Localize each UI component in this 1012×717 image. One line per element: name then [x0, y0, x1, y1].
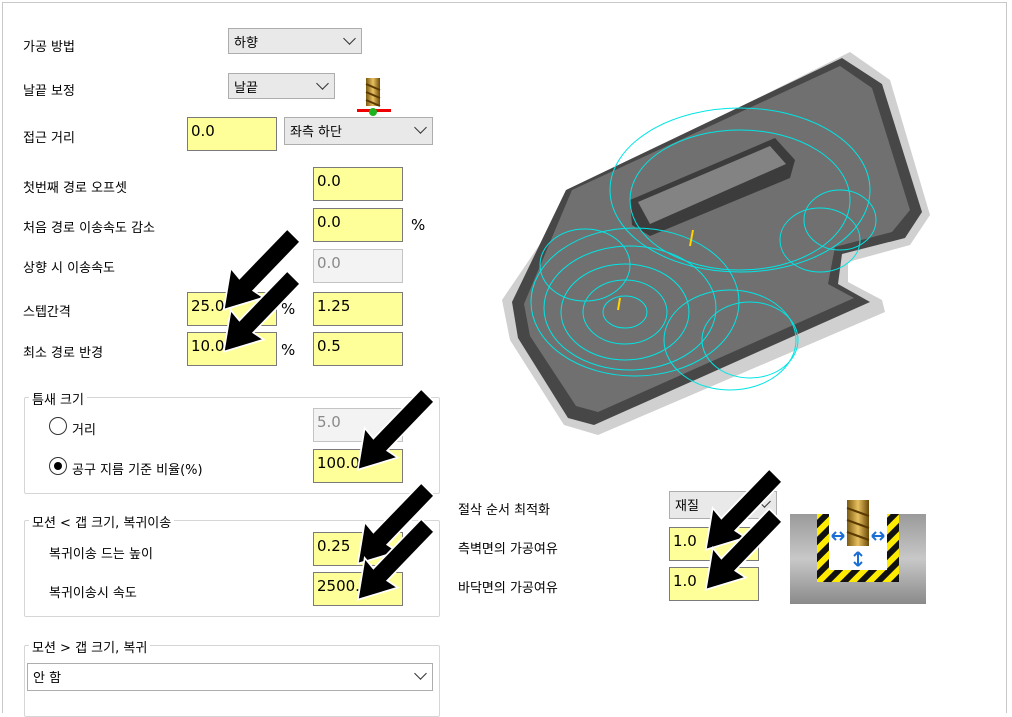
- cut-order-value: 재질: [675, 499, 699, 514]
- motion-gt-select[interactable]: 안 함: [27, 663, 433, 691]
- edge-comp-value: 날끝: [234, 81, 258, 96]
- first-feed-reduce-label: 처음 경로 이송속도 감소: [23, 221, 155, 236]
- min-radius-value-input[interactable]: 0.5: [313, 332, 403, 366]
- distance-label: 거리: [72, 423, 96, 438]
- first-offset-label: 첫번째 경로 오프셋: [23, 181, 127, 196]
- retract-feed-label: 복귀이송시 속도: [49, 586, 137, 601]
- distance-input[interactable]: 5.0: [313, 408, 403, 442]
- gap-size-title: 틈새 크기: [29, 389, 87, 408]
- floor-stock-input[interactable]: 1.0: [669, 567, 759, 601]
- first-offset-input[interactable]: 0.0: [313, 167, 403, 201]
- cut-order-select[interactable]: 재질: [669, 491, 777, 519]
- approach-label: 접근 거리: [23, 131, 75, 146]
- chevron-down-icon: [414, 121, 427, 134]
- tool-tip-icon: [357, 78, 391, 116]
- edge-comp-label: 날끝 보정: [23, 84, 75, 99]
- percent-unit: %: [281, 300, 296, 318]
- approach-position-select[interactable]: 좌측 하단: [284, 117, 433, 145]
- method-value: 하향: [234, 36, 258, 51]
- stepover-value-input[interactable]: 1.25: [313, 292, 403, 326]
- retract-height-input[interactable]: 0.25: [313, 532, 403, 566]
- percent-unit: %: [411, 216, 426, 234]
- chevron-down-icon: [414, 667, 427, 680]
- motion-gt-value: 안 함: [33, 671, 62, 686]
- retract-height-label: 복귀이송 드는 높이: [49, 547, 153, 562]
- ratio-label: 공구 지름 기준 비율(%): [72, 463, 203, 478]
- stepover-label: 스텝간격: [23, 305, 71, 320]
- ratio-input[interactable]: 100.0: [313, 449, 403, 483]
- method-select[interactable]: 하향: [228, 28, 362, 54]
- chevron-down-icon: [316, 77, 329, 90]
- toolpath-preview: [502, 52, 930, 435]
- approach-input[interactable]: 0.0: [187, 117, 277, 151]
- stock-allowance-icon: [790, 500, 926, 604]
- cut-order-label: 절삭 순서 최적화: [458, 503, 550, 518]
- up-feed-input[interactable]: 0.0: [313, 249, 403, 283]
- edge-comp-select[interactable]: 날끝: [228, 73, 335, 99]
- stepover-input[interactable]: 25.0: [187, 292, 277, 326]
- ratio-radio[interactable]: [49, 457, 67, 475]
- floor-stock-label: 바닥면의 가공여유: [458, 581, 558, 596]
- method-label: 가공 방법: [23, 40, 75, 55]
- approach-position-value: 좌측 하단: [290, 125, 342, 140]
- retract-feed-input[interactable]: 2500.0: [313, 572, 403, 606]
- motion-gt-title: 모션 > 갭 크기, 복귀: [29, 637, 151, 656]
- wall-stock-input[interactable]: 1.0: [669, 527, 759, 561]
- up-feed-label: 상향 시 이송속도: [23, 261, 115, 276]
- min-radius-input[interactable]: 10.0: [187, 332, 277, 366]
- chevron-down-icon: [758, 495, 771, 508]
- chevron-down-icon: [343, 32, 356, 45]
- wall-stock-label: 측벽면의 가공여유: [458, 542, 558, 557]
- min-radius-label: 최소 경로 반경: [23, 346, 104, 361]
- motion-lt-title: 모션 < 갭 크기, 복귀이송: [29, 512, 175, 531]
- first-feed-reduce-input[interactable]: 0.0: [313, 208, 403, 242]
- distance-radio[interactable]: [49, 417, 67, 435]
- percent-unit: %: [281, 341, 296, 359]
